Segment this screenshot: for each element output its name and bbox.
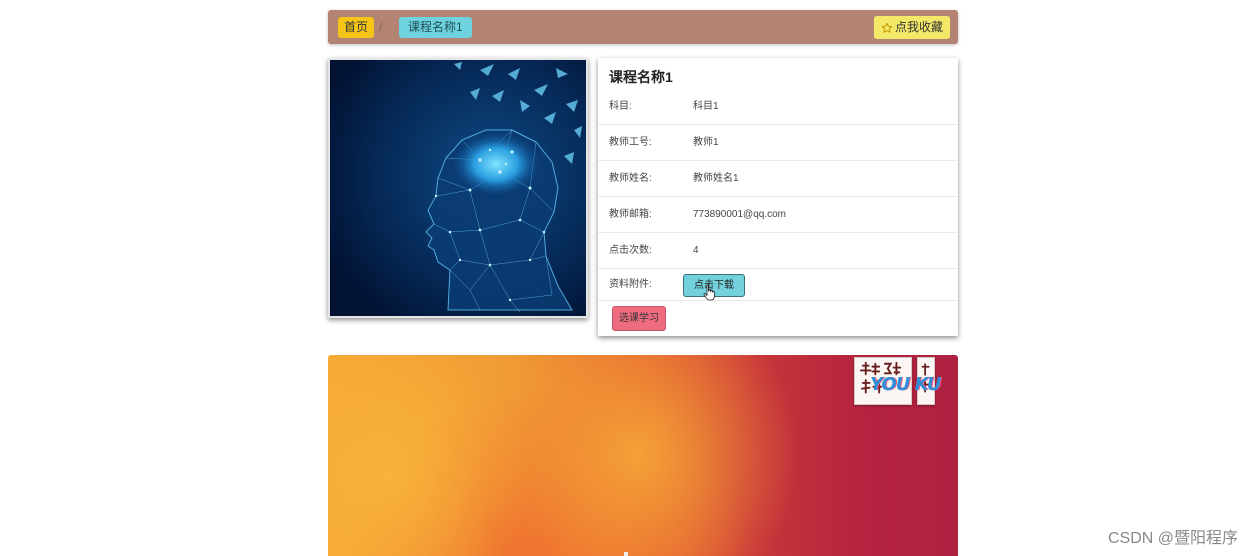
csdn-watermark: CSDN @暨阳程序 [1107, 530, 1238, 547]
field-value: 教师1 [693, 137, 719, 148]
favorite-button-label: 点我收藏 [894, 20, 943, 34]
field-value: 4 [693, 245, 699, 256]
field-label: 教师邮箱: [609, 209, 652, 220]
field-row-subject: 科目: 科目1 [598, 89, 958, 125]
youku-logo-text: YOU KU [870, 374, 941, 395]
hand-cursor-icon [703, 284, 715, 301]
field-row-attachment: 资料附件: 点击下载 [598, 269, 958, 301]
course-title: 课程名称1 [609, 69, 673, 85]
course-cover-image [328, 58, 588, 318]
youku-logo: YOU KU [854, 357, 944, 405]
course-detail-page: 首页 / 课程名称1 点我收藏 课程名称1 科目: 科目1 教师工号: 教师1 … [0, 0, 1252, 556]
field-row-teacher-id: 教师工号: 教师1 [598, 125, 958, 161]
breadcrumb-current[interactable]: 课程名称1 [399, 17, 472, 38]
enroll-study-button[interactable]: 选课学习 [612, 306, 666, 331]
field-label: 教师工号: [609, 137, 652, 148]
field-label: 点击次数: [609, 245, 652, 256]
mouse-cursor-marker [624, 552, 628, 556]
breadcrumb-bar: 首页 / 课程名称1 点我收藏 [328, 10, 958, 44]
field-value: 科目1 [693, 101, 719, 112]
ai-brain-head-image [330, 60, 586, 316]
field-label: 教师姓名: [609, 173, 652, 184]
field-label: 资料附件: [609, 279, 652, 290]
star-outline-icon [881, 22, 893, 33]
breadcrumb-home-link[interactable]: 首页 [338, 17, 375, 38]
field-row-teacher-name: 教师姓名: 教师姓名1 [598, 161, 958, 197]
field-row-click-count: 点击次数: 4 [598, 233, 958, 269]
field-row-teacher-email: 教师邮箱: 773890001@qq.com [598, 197, 958, 233]
favorite-button[interactable]: 点我收藏 [873, 16, 950, 39]
course-video-banner: YOU KU [328, 355, 958, 556]
field-label: 科目: [609, 101, 632, 112]
field-value: 773890001@qq.com [693, 209, 786, 220]
field-value: 教师姓名1 [693, 173, 739, 184]
course-detail-panel: 课程名称1 科目: 科目1 教师工号: 教师1 教师姓名: 教师姓名1 教师邮箱… [598, 58, 958, 336]
breadcrumb-separator: / [379, 20, 383, 34]
